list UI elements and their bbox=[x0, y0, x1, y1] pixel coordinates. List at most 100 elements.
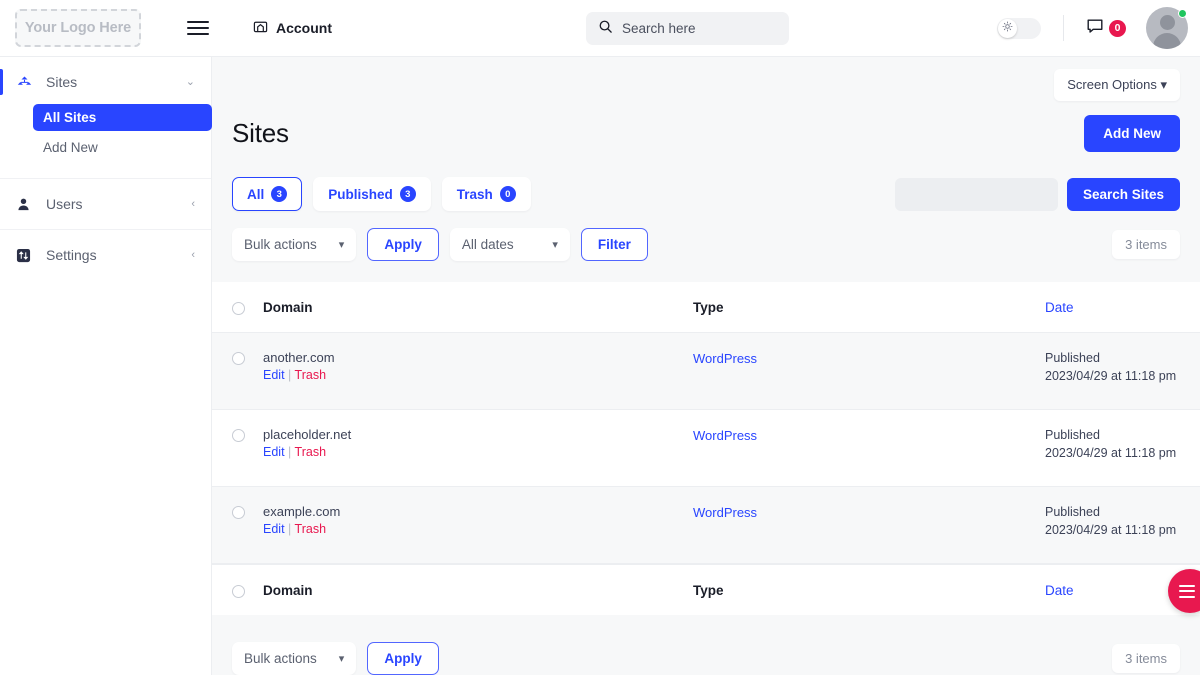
row-select-cell bbox=[232, 350, 263, 365]
sites-icon bbox=[16, 74, 38, 90]
select-all-cell-footer bbox=[232, 583, 263, 598]
sidebar-item-sites[interactable]: Sites ⌄ bbox=[0, 63, 211, 101]
logo-placeholder[interactable]: Your Logo Here bbox=[15, 9, 141, 47]
account-link[interactable]: Account bbox=[253, 19, 332, 37]
messages-button[interactable]: 0 bbox=[1086, 17, 1126, 40]
column-footer-date[interactable]: Date bbox=[1045, 583, 1180, 598]
bulk-actions-select-footer[interactable]: Bulk actions ▾ bbox=[232, 642, 357, 675]
cell-domain: another.com Edit | Trash bbox=[263, 350, 693, 382]
edit-link[interactable]: Edit bbox=[263, 368, 285, 382]
theme-toggle[interactable] bbox=[997, 17, 1041, 39]
select-all-checkbox[interactable] bbox=[232, 301, 245, 315]
action-separator: | bbox=[288, 368, 292, 382]
trash-link[interactable]: Trash bbox=[295, 522, 327, 536]
status-tab-published[interactable]: Published 3 bbox=[313, 177, 431, 211]
edit-link[interactable]: Edit bbox=[263, 445, 285, 459]
row-select-cell bbox=[232, 427, 263, 442]
avatar[interactable] bbox=[1146, 7, 1188, 49]
online-status-dot bbox=[1178, 9, 1187, 18]
row-checkbox[interactable] bbox=[232, 352, 245, 365]
app-root: Your Logo Here Account Search here 0 Sit… bbox=[0, 0, 1200, 675]
column-header-type: Type bbox=[693, 299, 724, 315]
date-filter-select[interactable]: All dates ▾ bbox=[449, 228, 570, 261]
edit-link[interactable]: Edit bbox=[263, 522, 285, 536]
bulk-actions-select[interactable]: Bulk actions ▾ bbox=[232, 228, 357, 261]
search-sites-input[interactable] bbox=[894, 177, 1058, 211]
status-tab-trash[interactable]: Trash 0 bbox=[441, 177, 531, 211]
screen-options-row: Screen Options ▾ bbox=[212, 57, 1200, 103]
chevron-left-icon: ‹ bbox=[191, 248, 195, 261]
bulk-actions-label: Bulk actions bbox=[244, 237, 317, 252]
status-tab-published-count: 3 bbox=[399, 186, 416, 202]
row-actions: Edit | Trash bbox=[263, 522, 693, 536]
items-count-footer: 3 items bbox=[1112, 644, 1180, 673]
site-search-group: Search Sites bbox=[894, 177, 1180, 211]
hamburger-line bbox=[187, 33, 209, 35]
date-status: Published bbox=[1045, 428, 1100, 442]
action-separator: | bbox=[288, 445, 292, 459]
hamburger-line bbox=[1179, 595, 1195, 598]
chevron-down-icon: ⌄ bbox=[185, 75, 195, 88]
chevron-down-icon: ▾ bbox=[338, 653, 345, 665]
type-link[interactable]: WordPress bbox=[693, 351, 757, 366]
sidebar-group-sites: Sites ⌄ All Sites Add New bbox=[0, 63, 212, 161]
chevron-down-icon: ▾ bbox=[552, 239, 558, 251]
date-status: Published bbox=[1045, 351, 1100, 365]
domain-name: another.com bbox=[263, 350, 335, 365]
trash-link[interactable]: Trash bbox=[295, 368, 327, 382]
sidebar-subitem-add-new-label: Add New bbox=[43, 140, 98, 155]
trash-link[interactable]: Trash bbox=[295, 445, 327, 459]
chevron-down-icon: ▾ bbox=[1160, 77, 1167, 92]
items-count-top: 3 items bbox=[1112, 230, 1180, 259]
type-link[interactable]: WordPress bbox=[693, 428, 757, 443]
date-filter-label: All dates bbox=[461, 237, 514, 252]
domain-name: example.com bbox=[263, 504, 341, 519]
hamburger-line bbox=[187, 21, 209, 23]
table-row: another.com Edit | Trash WordPress Publi… bbox=[212, 333, 1200, 410]
theme-toggle-knob bbox=[998, 18, 1017, 38]
sidebar-subitem-all-sites[interactable]: All Sites bbox=[33, 104, 212, 131]
bulk-actions-row: Bulk actions ▾ Apply All dates ▾ Filter … bbox=[212, 211, 1200, 261]
column-footer-type: Type bbox=[693, 582, 724, 598]
select-all-checkbox-footer[interactable] bbox=[232, 584, 245, 598]
apply-button[interactable]: Apply bbox=[367, 228, 439, 261]
add-new-button[interactable]: Add New bbox=[1084, 115, 1180, 152]
date-value: 2023/04/29 at 11:18 pm bbox=[1045, 522, 1177, 537]
screen-options-label: Screen Options bbox=[1067, 77, 1157, 92]
body-split: Sites ⌄ All Sites Add New Users ‹ Settin… bbox=[0, 57, 1200, 675]
row-actions: Edit | Trash bbox=[263, 445, 693, 459]
apply-button-footer[interactable]: Apply bbox=[367, 642, 439, 675]
status-tab-all[interactable]: All 3 bbox=[232, 177, 303, 211]
filter-button[interactable]: Filter bbox=[580, 228, 648, 261]
table-footer-row: Domain Type Date bbox=[212, 564, 1200, 615]
screen-options-button[interactable]: Screen Options ▾ bbox=[1054, 69, 1180, 101]
sidebar-divider bbox=[0, 178, 211, 179]
domain-name: placeholder.net bbox=[263, 427, 352, 442]
settings-sliders-icon bbox=[16, 248, 38, 263]
action-separator: | bbox=[288, 522, 292, 536]
cell-date: Published 2023/04/29 at 11:18 pm bbox=[1045, 427, 1180, 462]
page-header: Sites Add New bbox=[212, 103, 1200, 152]
sidebar-item-users[interactable]: Users ‹ bbox=[0, 185, 211, 223]
global-search-input[interactable]: Search here bbox=[586, 12, 789, 45]
type-link[interactable]: WordPress bbox=[693, 505, 757, 520]
column-header-date[interactable]: Date bbox=[1045, 300, 1180, 315]
sidebar-item-users-label: Users bbox=[46, 196, 83, 212]
cell-type: WordPress bbox=[693, 427, 1045, 445]
sidebar-item-settings[interactable]: Settings ‹ bbox=[0, 236, 211, 274]
sites-table: Domain Type Date another.com Edit | Tras… bbox=[212, 282, 1200, 625]
status-filter-row: All 3 Published 3 Trash 0 Search Sites bbox=[212, 152, 1200, 211]
site-house-icon bbox=[253, 19, 268, 37]
status-tab-all-count: 3 bbox=[271, 186, 288, 202]
row-actions: Edit | Trash bbox=[263, 368, 693, 382]
table-row: example.com Edit | Trash WordPress Publi… bbox=[212, 487, 1200, 564]
sidebar-subitem-add-new[interactable]: Add New bbox=[33, 134, 212, 161]
menu-toggle-icon[interactable] bbox=[187, 16, 211, 40]
search-sites-button[interactable]: Search Sites bbox=[1066, 177, 1180, 211]
date-status: Published bbox=[1045, 505, 1100, 519]
status-tab-trash-label: Trash bbox=[456, 186, 493, 202]
row-checkbox[interactable] bbox=[232, 506, 245, 519]
header-divider bbox=[1063, 15, 1064, 41]
row-checkbox[interactable] bbox=[232, 429, 245, 442]
sidebar-item-sites-label: Sites bbox=[46, 74, 78, 90]
